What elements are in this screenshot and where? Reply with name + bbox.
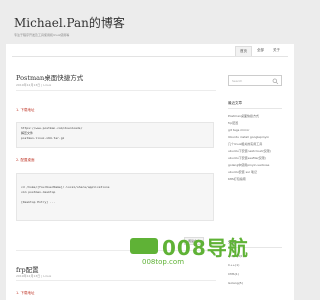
recent-post-link[interactable]: ubuntu下安装nextcloud(仅限): [228, 149, 286, 153]
post-title[interactable]: frp配置: [16, 264, 39, 274]
code-line: [Desktop Entry] ...: [21, 200, 56, 204]
section-heading: 1. 下载地址: [16, 108, 35, 112]
post-meta: 2019年12月13日 | Linux: [16, 274, 52, 278]
recent-post-link[interactable]: ubuntu安装 ssr 笔记: [228, 170, 286, 174]
watermark-url: 008top.com: [142, 258, 185, 266]
search-placeholder: Search: [232, 79, 243, 83]
nav-home[interactable]: 首页: [235, 46, 252, 56]
code-block: https://www.postman.com/downloads/ 解压文件 …: [16, 122, 214, 148]
main-nav: 首页 全部 关于: [235, 46, 284, 56]
nav-about[interactable]: 关于: [269, 46, 284, 56]
recent-post-link[interactable]: ubuntu下安装seafile(仅限): [228, 156, 286, 160]
sidebar-divider: [228, 108, 282, 109]
post-meta: 2019年12月13日 | Linux: [16, 83, 52, 87]
site-title[interactable]: Michael.Pan的博客: [14, 14, 125, 31]
section-heading: 2. 配置桌面: [16, 158, 35, 162]
recent-posts-title: 最近文章: [228, 101, 242, 105]
watermark: 008导航 008top.com: [102, 230, 300, 300]
recent-post-link[interactable]: Ubuntu install googlepinyin: [228, 135, 286, 139]
recent-post-link[interactable]: 几个linux相关的实用工具: [228, 142, 286, 146]
recent-post-link[interactable]: git tags mirror: [228, 128, 286, 132]
site-description: 专注于程序开发及工具使用和linux使用等: [14, 33, 70, 37]
post-divider: [16, 90, 216, 91]
recent-post-link[interactable]: K8S打包指南: [228, 177, 286, 181]
watermark-text: 008导航: [162, 236, 249, 260]
recent-post-link[interactable]: golang中使用pinyin-verbose: [228, 163, 286, 167]
recent-post-link[interactable]: frp配置: [228, 121, 286, 125]
watermark-logo-icon: [130, 238, 158, 254]
post-title[interactable]: Postman桌面快捷方式: [16, 72, 83, 82]
code-line: postman-linux-x64.tar.gz: [21, 136, 65, 140]
nav-divider: [12, 56, 288, 57]
search-input[interactable]: Search: [228, 75, 282, 86]
search-icon[interactable]: [272, 78, 279, 85]
site-header: Michael.Pan的博客 专注于程序开发及工具使用和linux使用等: [0, 0, 300, 44]
section-heading: 1. 下载地址: [16, 291, 35, 295]
recent-post-link[interactable]: Postman桌面快捷方式: [228, 114, 286, 118]
nav-all[interactable]: 全部: [253, 46, 268, 56]
code-block: cd /home/[YourUserName]/.local/share/app…: [16, 173, 214, 221]
